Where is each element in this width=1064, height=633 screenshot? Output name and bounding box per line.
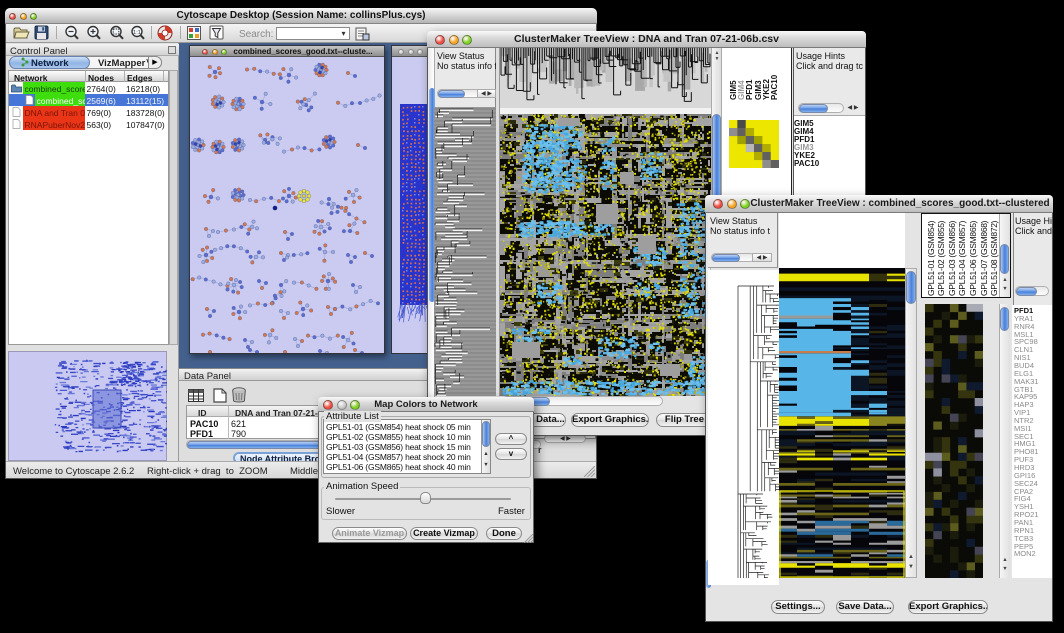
svg-text:1:1: 1:1 <box>133 30 141 36</box>
